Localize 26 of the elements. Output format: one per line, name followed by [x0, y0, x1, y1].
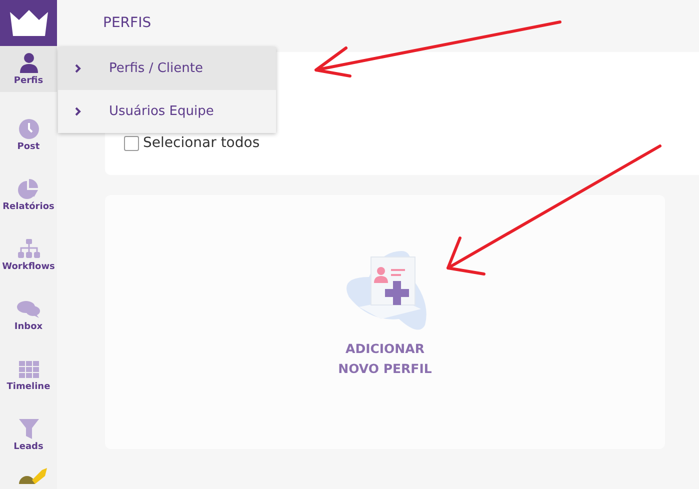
add-profile-label: NOVO PERFIL — [338, 360, 432, 378]
crown-icon — [10, 10, 48, 36]
chevron-icon — [75, 107, 81, 116]
badge-icon — [18, 466, 48, 484]
add-profile-label: ADICIONAR — [344, 340, 426, 358]
sidebar-item[interactable]: Timeline — [0, 332, 57, 392]
pie-chart-icon — [18, 179, 40, 199]
sidebar-item[interactable]: Relatórios — [0, 152, 57, 212]
grid-icon — [18, 361, 38, 379]
sidebar-item[interactable]: Perfis — [0, 46, 57, 92]
menu-item[interactable]: Usuários Equipe — [58, 90, 276, 133]
hierarchy-icon — [16, 239, 40, 259]
chat-bubbles-icon — [16, 299, 40, 319]
sidebar-item[interactable]: Leads — [0, 392, 57, 452]
logo[interactable] — [0, 0, 57, 46]
add-profile-card[interactable]: ADICIONAR NOVO PERFIL — [105, 195, 665, 449]
chevron-icon — [75, 64, 81, 73]
menu-item[interactable]: Perfis / Cliente — [58, 47, 276, 90]
sidebar-item[interactable]: Post — [0, 92, 57, 152]
select-all-checkbox[interactable]: Selecionar todos — [124, 135, 260, 151]
page-title: PERFIS — [103, 15, 152, 31]
clock-icon — [18, 119, 38, 139]
sidebar-item[interactable]: Workflows — [0, 212, 57, 272]
person-icon — [20, 52, 38, 72]
sidebar-item[interactable]: Inbox — [0, 272, 57, 332]
funnel-icon — [18, 419, 38, 439]
